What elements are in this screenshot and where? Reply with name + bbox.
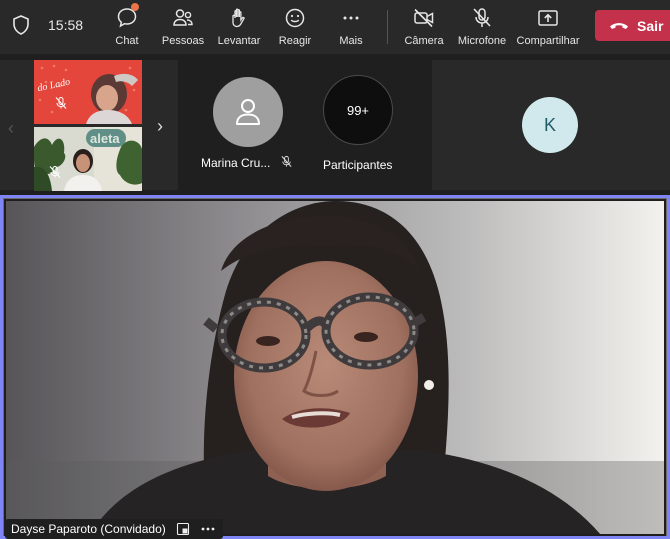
mic-off-icon: [281, 155, 292, 167]
mic-label: Microfone: [457, 35, 507, 47]
more-button[interactable]: Mais: [334, 4, 368, 50]
leave-label: Sair: [637, 17, 664, 34]
speaker-name: Dayse Paparoto (Convidado): [11, 522, 166, 536]
participants-label: Participantes: [323, 158, 393, 172]
more-label: Mais: [339, 35, 363, 47]
pin-icon[interactable]: [176, 522, 190, 536]
avatar: K: [522, 97, 578, 153]
hangup-icon: [610, 22, 628, 29]
more-options-icon[interactable]: [200, 526, 216, 532]
mic-off-icon: [55, 97, 67, 109]
participant-name: Marina Cru...: [201, 156, 271, 170]
chat-button[interactable]: Chat: [112, 4, 142, 50]
active-speaker-video[interactable]: [0, 195, 670, 539]
mic-off-icon: [473, 8, 491, 27]
people-icon: [173, 9, 193, 26]
camera-label: Câmera: [404, 35, 444, 47]
toolbar-divider: [387, 10, 388, 44]
video-stage: [4, 199, 666, 536]
video-frame: aleta: [34, 127, 142, 191]
meeting-toolbar: 15:58 Chat Pessoas Levantar Reagir Mais …: [0, 0, 670, 54]
meeting-timer: 15:58: [48, 17, 84, 33]
share-icon: [538, 10, 558, 26]
react-button[interactable]: Reagir: [276, 4, 314, 50]
microphone-button[interactable]: Microfone: [455, 4, 509, 50]
speaker-video-frame: [6, 201, 664, 534]
participants-overflow-tile[interactable]: 99+ Participantes: [314, 60, 424, 190]
video-frame: do Lado: [34, 60, 142, 124]
unread-badge: [131, 3, 139, 11]
people-label: Pessoas: [161, 35, 205, 47]
participant-video-thumbnail[interactable]: aleta: [34, 127, 142, 191]
more-icon: [343, 16, 359, 20]
participant-tile[interactable]: Marina Cru...: [190, 60, 310, 190]
hand-icon: [232, 8, 245, 28]
speaker-name-bar: Dayse Paparoto (Convidado): [5, 519, 223, 539]
people-button[interactable]: Pessoas: [160, 4, 206, 50]
shield-icon[interactable]: [12, 15, 30, 35]
chat-label: Chat: [115, 35, 139, 47]
chevron-left-icon[interactable]: ‹: [8, 118, 14, 139]
chevron-right-icon[interactable]: ›: [157, 116, 163, 137]
participant-tile[interactable]: K: [432, 60, 670, 190]
share-button[interactable]: Compartilhar: [515, 4, 581, 50]
mic-off-icon: [49, 166, 61, 178]
react-label: Reagir: [278, 35, 312, 47]
camera-button[interactable]: Câmera: [403, 4, 445, 50]
camera-off-icon: [414, 8, 434, 28]
raise-hand-button[interactable]: Levantar: [216, 4, 262, 50]
avatar: [213, 77, 283, 147]
smiley-icon: [285, 8, 305, 28]
svg-text:aleta: aleta: [90, 131, 120, 146]
person-icon: [236, 99, 260, 125]
overflow-count-badge: 99+: [323, 75, 393, 145]
avatar-initial: K: [543, 114, 556, 135]
participant-video-thumbnail[interactable]: do Lado: [34, 60, 142, 124]
raise-label: Levantar: [217, 35, 261, 47]
share-label: Compartilhar: [516, 35, 580, 47]
overflow-count: 99+: [346, 102, 370, 118]
leave-button[interactable]: Sair: [595, 10, 670, 41]
